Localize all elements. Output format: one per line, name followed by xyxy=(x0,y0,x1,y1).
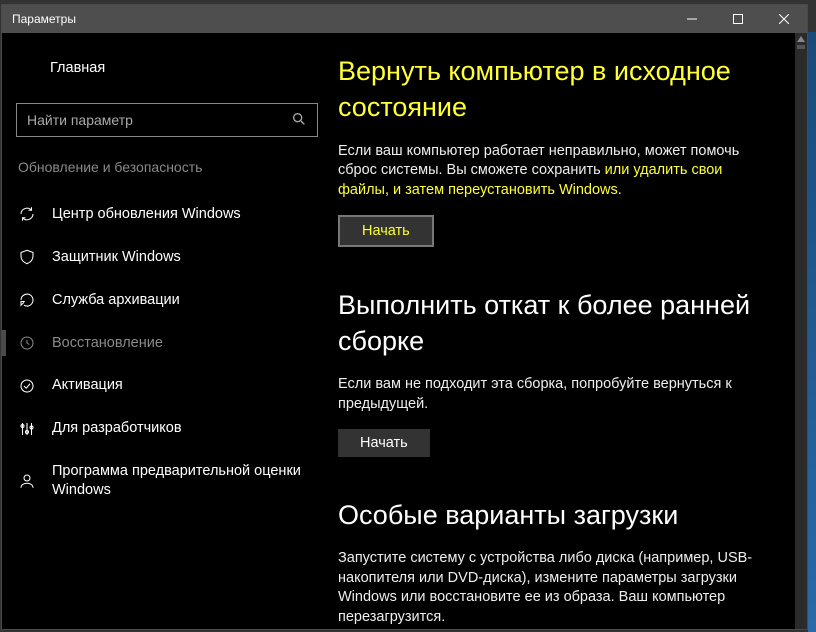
sidebar-item-label: Служба архивации xyxy=(52,291,180,310)
close-button[interactable] xyxy=(761,5,807,33)
sync-icon xyxy=(18,205,36,223)
minimize-button[interactable] xyxy=(669,5,715,33)
home-button[interactable]: Главная xyxy=(16,51,318,85)
desktop-background-strip xyxy=(808,32,816,632)
home-label: Главная xyxy=(50,60,105,76)
titlebar[interactable]: Параметры xyxy=(2,5,807,33)
maximize-button[interactable] xyxy=(715,5,761,33)
history-icon xyxy=(18,334,36,352)
section-title-advanced: Особые варианты загрузки xyxy=(338,497,769,533)
sidebar-item-windows-update[interactable]: Центр обновления Windows xyxy=(16,193,318,236)
search-icon xyxy=(291,111,307,130)
sidebar-item-label: Защитник Windows xyxy=(52,248,181,267)
gear-icon xyxy=(18,57,36,79)
person-icon xyxy=(18,472,36,490)
section-title-reset: Вернуть компьютер в исходное состояние xyxy=(338,53,769,126)
sidebar-item-label: Активация xyxy=(52,376,123,395)
check-circle-icon xyxy=(18,377,36,395)
vertical-scrollbar[interactable] xyxy=(795,33,807,629)
sidebar-item-recovery[interactable]: Восстановление xyxy=(2,322,318,365)
rollback-start-button[interactable]: Начать xyxy=(338,429,430,457)
window-title: Параметры xyxy=(12,12,669,26)
sidebar-item-activation[interactable]: Активация xyxy=(16,364,318,407)
scrollbar-thumb[interactable] xyxy=(797,45,805,49)
settings-window: Параметры Главная Обновление xyxy=(1,4,808,630)
sidebar-item-developers[interactable]: Для разработчиков xyxy=(16,407,318,450)
reset-description: Если ваш компьютер работает неправильно,… xyxy=(338,142,769,201)
shield-icon xyxy=(18,248,36,266)
sidebar-item-label: Восстановление xyxy=(52,334,163,353)
sidebar-item-label: Программа предварительной оценки Windows xyxy=(52,462,316,500)
search-box[interactable] xyxy=(16,103,318,137)
sidebar-item-backup[interactable]: Служба архивации xyxy=(16,279,318,322)
sidebar-item-label: Для разработчиков xyxy=(52,419,182,438)
sidebar-item-insider[interactable]: Программа предварительной оценки Windows xyxy=(16,450,318,512)
sidebar-item-defender[interactable]: Защитник Windows xyxy=(16,236,318,279)
reset-start-button[interactable]: Начать xyxy=(338,215,434,247)
rollback-description: Если вам не подходит эта сборка, попробу… xyxy=(338,375,769,414)
section-title-rollback: Выполнить откат к более ранней сборке xyxy=(338,287,769,360)
backup-icon xyxy=(18,291,36,309)
sidebar-item-label: Центр обновления Windows xyxy=(52,205,241,224)
advanced-description: Запустите систему с устройства либо диск… xyxy=(338,549,769,627)
section-label: Обновление и безопасность xyxy=(16,159,318,175)
window-body: Главная Обновление и безопасность Центр … xyxy=(2,33,807,629)
content-area: Вернуть компьютер в исходное состояние Е… xyxy=(332,33,807,629)
sidebar: Главная Обновление и безопасность Центр … xyxy=(2,33,332,629)
sliders-icon xyxy=(18,420,36,438)
scroll-up-icon[interactable] xyxy=(795,33,807,45)
search-input[interactable] xyxy=(27,112,291,128)
